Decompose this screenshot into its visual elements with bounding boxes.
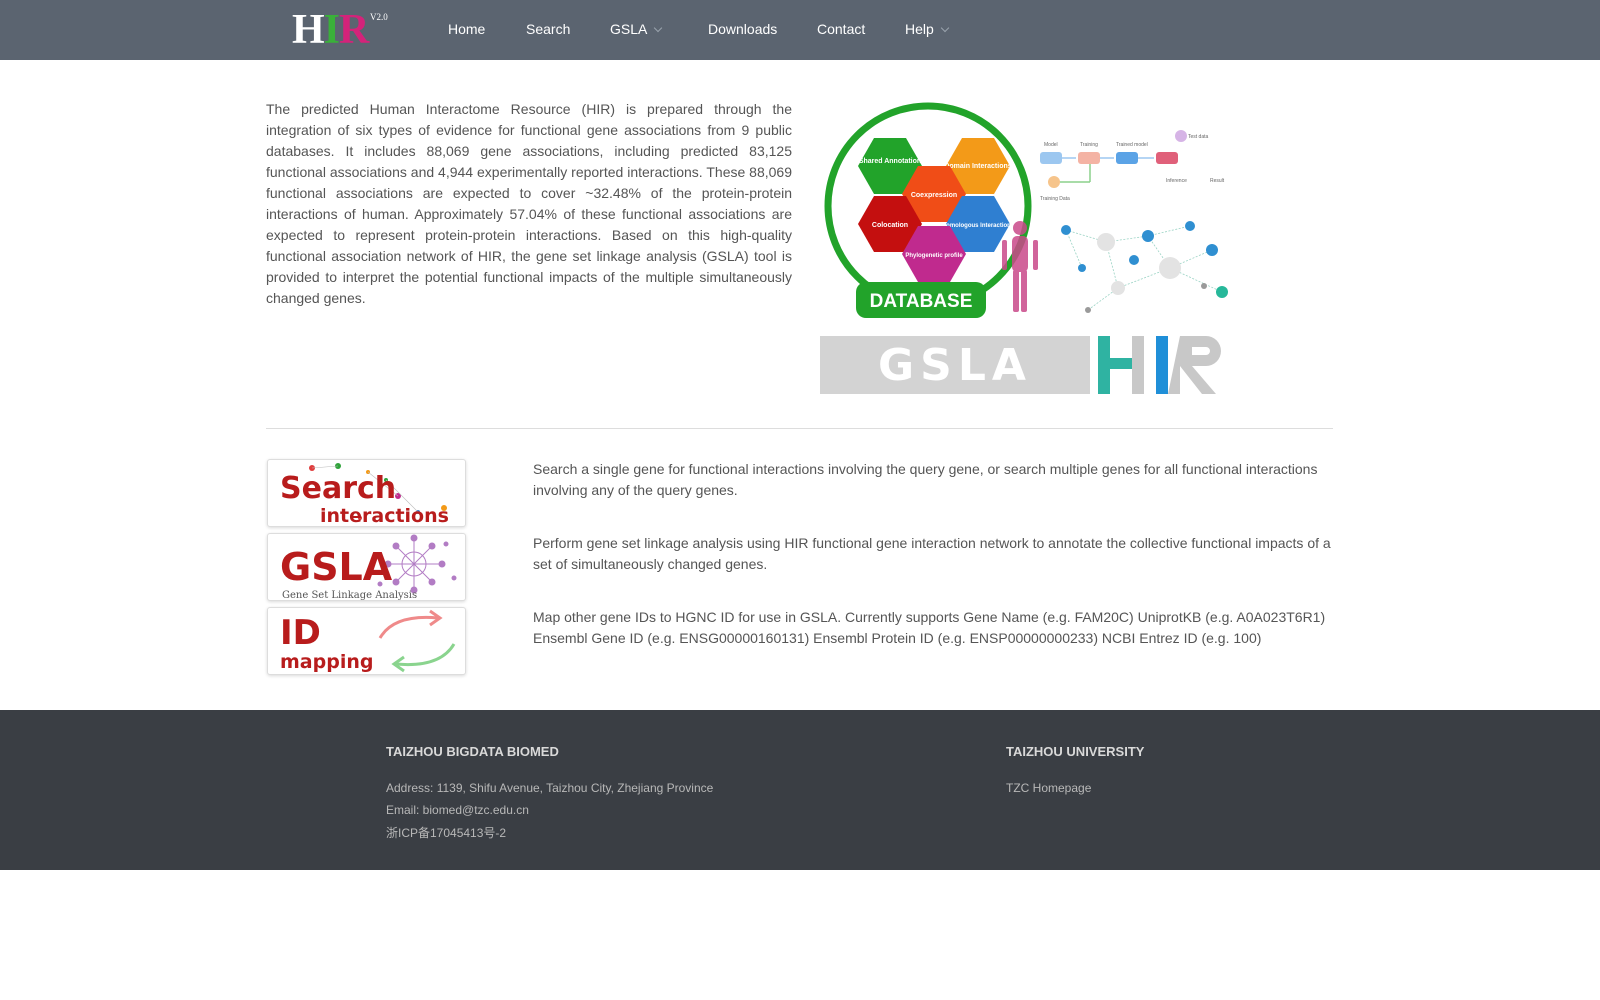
svg-text:Training: Training: [1080, 142, 1098, 148]
footer-email[interactable]: Email: biomed@tzc.edu.cn: [386, 803, 529, 817]
hex-label-colocation: Colocation: [872, 222, 908, 229]
gsla-description: Perform gene set linkage analysis using …: [533, 535, 1331, 572]
id-card-subtitle: mapping: [280, 651, 373, 673]
chevron-down-icon: [940, 23, 950, 33]
nav-home[interactable]: Home: [448, 0, 485, 60]
gsla-banner-text: GSLA: [878, 340, 1032, 391]
id-card-graphic: ID mapping: [280, 609, 456, 673]
hir-banner: [1098, 336, 1221, 394]
svg-text:Training Data: Training Data: [1040, 196, 1070, 202]
intro-paragraph: The predicted Human Interactome Resource…: [266, 101, 792, 306]
nav-contact[interactable]: Contact: [817, 0, 865, 60]
gsla-card-graphic: GSLA Gene Set Linkage Analysis: [280, 534, 457, 601]
nav-search[interactable]: Search: [526, 0, 570, 60]
logo-wordmark: HIR: [292, 7, 369, 53]
gsla-card-title: GSLA: [280, 545, 393, 589]
search-card-subtitle: interactions: [320, 505, 449, 527]
search-interactions-card[interactable]: Search interactions: [267, 459, 466, 527]
nav-gsla[interactable]: GSLA: [610, 0, 663, 60]
footer-tzc-homepage-link[interactable]: TZC Homepage: [1006, 781, 1091, 795]
svg-text:Inference: Inference: [1166, 178, 1187, 184]
hir-logo[interactable]: HIR V2.0: [292, 8, 392, 52]
hex-label-shared: Shared Annotation: [859, 158, 921, 165]
network-nodes: [1061, 221, 1228, 313]
svg-text:Test data: Test data: [1188, 134, 1209, 140]
svg-text:Result: Result: [1210, 178, 1225, 184]
database-label: DATABASE: [870, 291, 973, 312]
hex-label-phylogenetic: Phylogenetic profile: [905, 253, 963, 259]
gsla-card-subtitle: Gene Set Linkage Analysis: [282, 590, 417, 601]
nav-help-label: Help: [905, 21, 934, 37]
nav-help[interactable]: Help: [905, 0, 950, 60]
swap-arrows-icon: [378, 609, 456, 673]
model-pipeline: Model Training Trained model Test data T…: [1040, 130, 1225, 202]
nav-downloads[interactable]: Downloads: [708, 0, 777, 60]
chevron-down-icon: [654, 23, 663, 33]
search-description: Search a single gene for functional inte…: [533, 461, 1318, 498]
logo-version: V2.0: [370, 12, 388, 22]
section-divider: [266, 428, 1333, 429]
id-mapping-description: Map other gene IDs to HGNC ID for use in…: [533, 609, 1326, 646]
top-navbar: HIR V2.0 Home Search GSLA Downloads Cont…: [0, 0, 1600, 60]
footer-right-title: TAIZHOU UNIVERSITY: [1006, 744, 1145, 759]
hero-illustration: Shared Annotation Domain Interactions Co…: [820, 102, 1228, 394]
hex-label-domain: Domain Interactions: [944, 163, 1011, 170]
site-footer: TAIZHOU BIGDATA BIOMED Address: 1139, Sh…: [0, 710, 1600, 870]
id-mapping-card[interactable]: ID mapping: [267, 607, 466, 675]
footer-icp-link[interactable]: 浙ICP备17045413号-2: [386, 824, 506, 841]
search-card-title: Search: [280, 471, 396, 506]
footer-left-title: TAIZHOU BIGDATA BIOMED: [386, 744, 559, 759]
hex-label-homologous: Homologous Interactions: [942, 223, 1015, 229]
nav-gsla-label: GSLA: [610, 21, 648, 37]
hex-label-coexpression: Coexpression: [911, 192, 957, 199]
id-card-title: ID: [280, 613, 321, 653]
footer-address: Address: 1139, Shifu Avenue, Taizhou Cit…: [386, 781, 714, 795]
gsla-card[interactable]: GSLA Gene Set Linkage Analysis: [267, 533, 466, 601]
svg-text:Trained model: Trained model: [1116, 142, 1148, 148]
search-card-graphic: Search interactions: [280, 463, 449, 527]
svg-text:Model: Model: [1044, 142, 1058, 148]
